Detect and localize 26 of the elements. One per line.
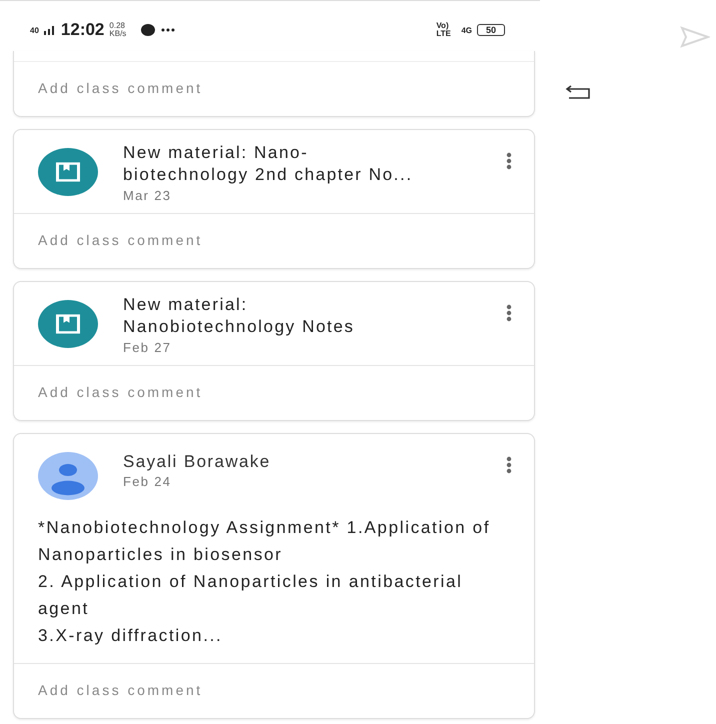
material-icon — [38, 300, 98, 348]
network-speed: 0.28 KB/s — [109, 22, 128, 38]
network-label: 40 — [30, 26, 39, 34]
more-options-icon[interactable] — [506, 304, 512, 322]
battery-level: 50 — [476, 24, 505, 36]
signal-icon — [44, 25, 56, 35]
add-comment-field[interactable]: Add class comment — [14, 663, 534, 718]
add-comment-field[interactable]: Add class comment — [14, 365, 534, 420]
avatar-icon — [38, 452, 98, 500]
status-time: 12:02 — [60, 20, 104, 40]
announcement-text: *Nanobiotechnology Assignment* 1.Application of Nanoparticles in biosensor 2. Application of Nanoparticles in antibacterial agent 3.X-ray diffraction... — [37, 517, 492, 647]
post-date: Feb 27 — [123, 340, 172, 355]
network-type-label: 4G — [461, 26, 472, 34]
author-name: Sayali Borawake — [123, 451, 272, 472]
volte-label: Vo) LTE — [436, 22, 452, 38]
post-title[interactable]: New material: Nanobiotechnology Notes — [123, 294, 506, 338]
post-date: Feb 24 — [123, 474, 172, 489]
post-date: Mar 23 — [123, 188, 172, 203]
more-options-icon[interactable] — [506, 456, 512, 474]
more-options-icon[interactable] — [506, 152, 512, 170]
more-notifications-icon — [161, 28, 176, 32]
post-title[interactable]: New material: Nano- biotechnology 2nd chapter No... — [123, 142, 506, 186]
return-icon[interactable] — [565, 84, 591, 100]
add-comment-field[interactable]: Add class comment — [14, 213, 534, 268]
material-icon — [38, 148, 98, 196]
add-comment-field[interactable]: Add class comment — [14, 61, 534, 116]
